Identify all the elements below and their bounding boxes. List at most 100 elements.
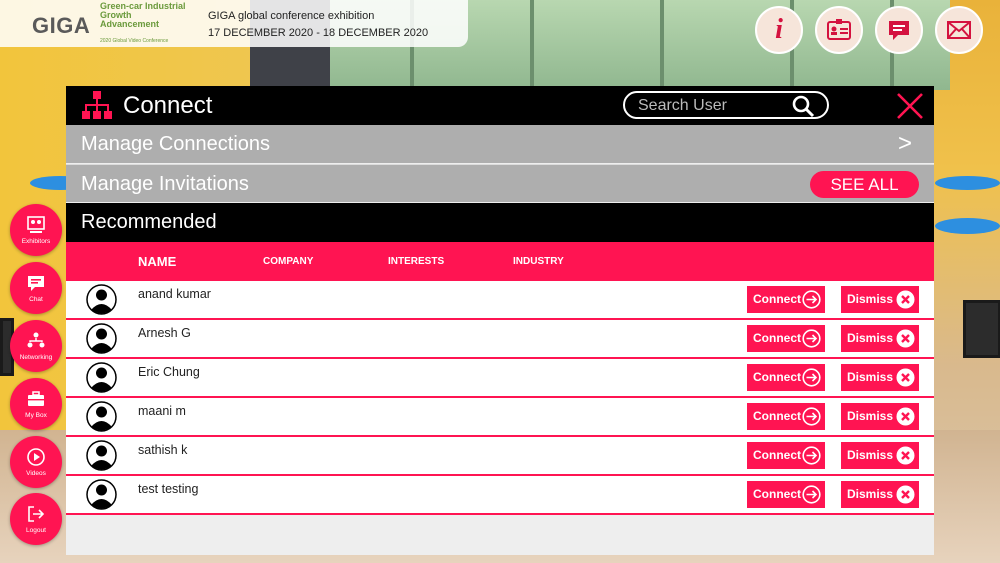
connect-button-label: Connect [753,292,801,306]
manage-connections-row[interactable]: Manage Connections > [66,125,934,163]
column-header-name: NAME [138,254,177,269]
user-name: sathish k [138,443,188,457]
close-circle-icon [896,485,915,504]
dismiss-button[interactable]: Dismiss [841,325,919,352]
user-list: anand kumar Connect Dismiss Arnesh G Con… [66,281,934,515]
event-logo-subtitle: Green-car Industrial Growth Advancement [100,1,186,29]
column-header-company: COMPANY [263,256,314,267]
dismiss-button[interactable]: Dismiss [841,481,919,508]
arrow-right-icon [802,446,821,465]
dismiss-button-label: Dismiss [847,331,894,345]
close-circle-icon [896,290,915,309]
see-all-button[interactable]: SEE ALL [810,171,919,198]
sidebar-item-chat[interactable]: Chat [10,262,62,314]
manage-invitations-label: Manage Invitations [81,173,249,195]
table-header: NAME COMPANY INTERESTS INDUSTRY [66,242,934,281]
sidebar-item-label: Networking [19,354,53,361]
search-icon[interactable] [791,94,815,118]
sidebar-item-label: Chat [29,296,43,303]
avatar-icon [86,323,117,354]
conference-title: GIGA global conference exhibition [208,10,375,22]
id-card-icon [827,19,851,40]
dismiss-button[interactable]: Dismiss [841,403,919,430]
avatar-icon [86,284,117,315]
connect-button-label: Connect [753,331,801,345]
dismiss-button-label: Dismiss [847,370,894,384]
close-circle-icon [896,446,915,465]
avatar-icon [86,401,117,432]
arrow-right-icon [802,329,821,348]
logout-icon [28,506,45,522]
user-name: anand kumar [138,287,211,301]
connect-button[interactable]: Connect [747,403,825,430]
sidebar-item-logout[interactable]: Logout [10,493,62,545]
modal-title: Connect [123,92,213,119]
table-row: anand kumar Connect Dismiss [66,281,934,320]
conference-dates: 17 DECEMBER 2020 - 18 DECEMBER 2020 [208,27,429,39]
briefcase-icon [28,391,44,406]
chevron-right-icon: > [897,130,912,157]
dismiss-button[interactable]: Dismiss [841,364,919,391]
connect-button[interactable]: Connect [747,481,825,508]
modal-header: Connect Search User [66,86,934,125]
arrow-right-icon [802,485,821,504]
column-header-industry: INDUSTRY [513,256,564,267]
dismiss-button-label: Dismiss [847,448,894,462]
sidebar-item-my-box[interactable]: My Box [10,378,62,430]
connect-button-label: Connect [753,409,801,423]
table-row: test testing Connect Dismiss [66,476,934,515]
user-name: test testing [138,482,199,496]
background-table [935,176,1000,190]
networking-icon [27,332,45,348]
mail-icon [947,21,971,39]
arrow-right-icon [802,368,821,387]
sidebar-item-label: Exhibitors [21,238,51,245]
profile-card-button[interactable] [815,6,863,54]
networking-icon [82,91,112,119]
dismiss-button[interactable]: Dismiss [841,442,919,469]
manage-invitations-row: Manage Invitations SEE ALL [66,164,934,202]
table-row: sathish k Connect Dismiss [66,437,934,476]
connect-button[interactable]: Connect [747,286,825,313]
sidebar-item-videos[interactable]: Videos [10,436,62,488]
avatar-icon [86,479,117,510]
avatar-icon [86,362,117,393]
recommended-heading: Recommended [66,203,934,242]
connect-button-label: Connect [753,370,801,384]
connect-button-label: Connect [753,448,801,462]
info-button[interactable]: i [755,6,803,54]
user-name: Eric Chung [138,365,200,379]
dismiss-button[interactable]: Dismiss [841,286,919,313]
avatar-icon [86,440,117,471]
table-row: Arnesh G Connect Dismiss [66,320,934,359]
connect-button-label: Connect [753,487,801,501]
table-row: maani m Connect Dismiss [66,398,934,437]
sidebar-item-label: Logout [26,527,46,534]
close-circle-icon [896,329,915,348]
exhibitors-icon [27,216,45,233]
user-name: maani m [138,404,186,418]
mail-button[interactable] [935,6,983,54]
background-screen [963,300,1000,358]
arrow-right-icon [802,407,821,426]
info-icon: i [775,14,783,45]
background-table [935,218,1000,234]
close-icon[interactable] [896,92,924,120]
play-icon [27,448,45,466]
connect-button[interactable]: Connect [747,325,825,352]
sidebar-item-networking[interactable]: Networking [10,320,62,372]
messages-button[interactable] [875,6,923,54]
event-header: GIGA Green-car Industrial Growth Advance… [0,0,468,47]
arrow-right-icon [802,290,821,309]
connect-button[interactable]: Connect [747,364,825,391]
column-header-interests: INTERESTS [388,256,445,267]
connect-modal: Connect Search User Manage Connections >… [66,86,934,555]
table-row: Eric Chung Connect Dismiss [66,359,934,398]
chat-icon [28,276,44,291]
dismiss-button-label: Dismiss [847,487,894,501]
sidebar-item-label: Videos [26,470,46,477]
sidebar-item-exhibitors[interactable]: Exhibitors [10,204,62,256]
connect-button[interactable]: Connect [747,442,825,469]
user-name: Arnesh G [138,326,191,340]
dismiss-button-label: Dismiss [847,409,894,423]
